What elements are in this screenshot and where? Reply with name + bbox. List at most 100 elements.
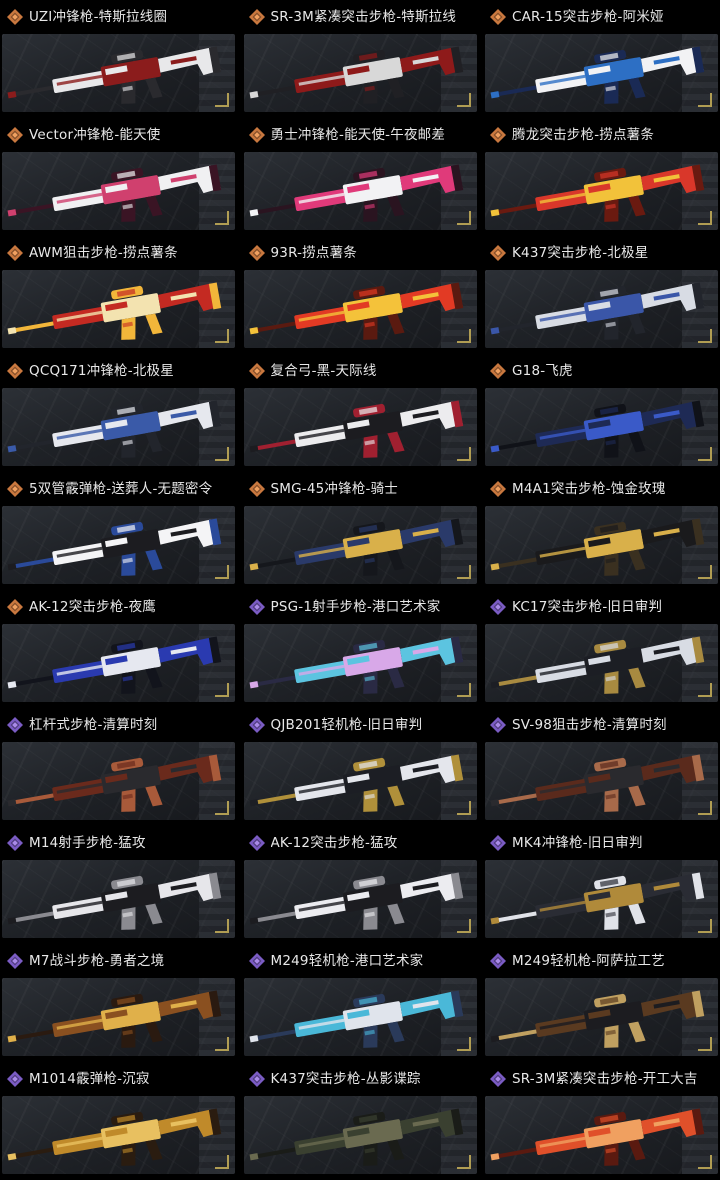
weapon-skin-name: SR-3M紧凑突击步枪-开工大吉 [512,1071,698,1087]
weapon-skin-card[interactable]: AK-12突击步枪-夜鹰 [0,590,237,708]
corner-bracket-icon [456,93,471,107]
weapon-skin-card[interactable]: KC17突击步枪-旧日审判 [483,590,720,708]
weapon-skin-card[interactable]: G18-飞虎 [483,354,720,472]
m14-icon [7,872,222,930]
weapon-skin-card[interactable]: M14射手步枪-猛攻 [0,826,237,944]
weapon-preview-panel [485,624,718,702]
weapon-skin-card[interactable]: 复合弓-黑-天际线 [241,354,479,472]
weapon-preview-panel [2,388,235,466]
weapon-skin-card[interactable]: UZI冲锋枪-特斯拉线圈 [0,0,237,118]
weapon-skin-card[interactable]: AWM狙击步枪-捞点薯条 [0,236,237,354]
weapon-skin-card[interactable]: MK4冲锋枪-旧日审判 [483,826,720,944]
card-header: AK-12突击步枪-夜鹰 [0,590,237,624]
weapon-skin-card[interactable]: SMG-45冲锋枪-骑士 [241,472,479,590]
weapon-skin-card[interactable]: SV-98狙击步枪-清算时刻 [483,708,720,826]
orange-rarity-icon [7,127,23,143]
corner-bracket-icon [698,93,712,107]
card-header: AWM狙击步枪-捞点薯条 [0,236,237,270]
weapon-preview-panel [485,978,718,1056]
weapon-preview-panel [243,506,477,584]
weapon-preview-panel [243,742,477,820]
card-header: 5双管霰弹枪-送葬人-无题密令 [0,472,237,506]
qcq171-icon [7,400,222,458]
purple-rarity-icon [490,717,506,733]
card-header: K437突击步枪-北极星 [483,236,720,270]
card-header: M14射手步枪-猛攻 [0,826,237,860]
card-header: 杠杆式步枪-清算时刻 [0,708,237,742]
weapon-skin-name: AK-12突击步枪-猛攻 [270,835,398,851]
weapon-skin-name: 勇士冲锋枪-能天使-午夜邮差 [270,127,446,143]
weapon-skin-card[interactable]: 勇士冲锋枪-能天使-午夜邮差 [241,118,479,236]
orange-rarity-icon [248,245,265,261]
weapon-skin-card[interactable]: M4A1突击步枪-蚀金玫瑰 [483,472,720,590]
weapon-preview-panel [243,388,477,466]
weapon-skin-card[interactable]: K437突击步枪-北极星 [483,236,720,354]
card-header: 勇士冲锋枪-能天使-午夜邮差 [241,118,479,152]
weapon-skin-card[interactable]: PSG-1射手步枪-港口艺术家 [241,590,479,708]
purple-rarity-icon [248,1071,265,1087]
weapon-skin-card[interactable]: 腾龙突击步枪-捞点薯条 [483,118,720,236]
lever-rifle-icon [7,754,222,812]
orange-rarity-icon [7,245,23,261]
weapon-preview-panel [243,270,477,348]
card-header: SR-3M紧凑突击步枪-特斯拉线 [241,0,479,34]
weapon-skin-card[interactable]: 5双管霰弹枪-送葬人-无题密令 [0,472,237,590]
weapon-skin-name: AWM狙击步枪-捞点薯条 [29,245,178,261]
ak12-icon [7,636,222,694]
smg45-icon [249,518,463,576]
weapon-skin-name: QJB201轻机枪-旧日审判 [270,717,423,733]
weapon-skin-name: 5双管霰弹枪-送葬人-无题密令 [29,481,213,497]
weapon-skin-card[interactable]: M249轻机枪-港口艺术家 [241,944,479,1062]
orange-rarity-icon [248,9,265,25]
corner-bracket-icon [215,1155,229,1169]
corner-bracket-icon [698,919,712,933]
weapon-preview-panel [2,152,235,230]
corner-bracket-icon [456,1037,471,1051]
card-header: UZI冲锋枪-特斯拉线圈 [0,0,237,34]
weapon-skin-name: M1014霰弹枪-沉寂 [29,1071,150,1087]
orange-rarity-icon [7,9,23,25]
weapon-preview-panel [2,506,235,584]
card-header: M7战斗步枪-勇者之境 [0,944,237,978]
weapon-skin-name: M4A1突击步枪-蚀金玫瑰 [512,481,666,497]
purple-rarity-icon [248,599,265,615]
weapon-skin-name: UZI冲锋枪-特斯拉线圈 [29,9,168,25]
weapon-skin-card[interactable]: QJB201轻机枪-旧日审判 [241,708,479,826]
weapon-skin-card[interactable]: M249轻机枪-阿萨拉工艺 [483,944,720,1062]
weapon-preview-panel [2,270,235,348]
m7-icon [7,990,222,1048]
corner-bracket-icon [215,565,229,579]
weapon-skin-name: KC17突击步枪-旧日审判 [512,599,663,615]
weapon-preview-panel [2,34,235,112]
corner-bracket-icon [215,683,229,697]
weapon-preview-panel [485,388,718,466]
weapon-skin-card[interactable]: 93R-捞点薯条 [241,236,479,354]
weapon-skin-card[interactable]: Vector冲锋枪-能天使 [0,118,237,236]
weapon-skin-card[interactable]: QCQ171冲锋枪-北极星 [0,354,237,472]
weapon-preview-panel [243,624,477,702]
card-header: QJB201轻机枪-旧日审判 [241,708,479,742]
weapon-preview-panel [485,152,718,230]
m1014-icon [7,1108,222,1166]
awm-icon [7,282,222,340]
weapon-preview-panel [243,978,477,1056]
weapon-preview-panel [243,34,477,112]
weapon-skin-name: 93R-捞点薯条 [270,245,357,261]
weapon-skin-card[interactable]: M7战斗步枪-勇者之境 [0,944,237,1062]
corner-bracket-icon [456,1155,471,1169]
weapon-skin-card[interactable]: 杠杆式步枪-清算时刻 [0,708,237,826]
orange-rarity-icon [490,363,506,379]
m249-icon [249,990,463,1048]
weapon-skin-card[interactable]: CAR-15突击步枪-阿米娅 [483,0,720,118]
orange-rarity-icon [490,481,506,497]
corner-bracket-icon [456,329,471,343]
corner-bracket-icon [456,565,471,579]
weapon-preview-panel [485,270,718,348]
weapon-skin-card[interactable]: K437突击步枪-丛影谍踪 [241,1062,479,1180]
weapon-skin-card[interactable]: SR-3M紧凑突击步枪-开工大吉 [483,1062,720,1180]
weapon-skin-card[interactable]: AK-12突击步枪-猛攻 [241,826,479,944]
weapon-skin-card[interactable]: SR-3M紧凑突击步枪-特斯拉线 [241,0,479,118]
weapon-skin-card[interactable]: M1014霰弹枪-沉寂 [0,1062,237,1180]
sr3mb-icon [490,1108,705,1166]
corner-bracket-icon [456,447,471,461]
